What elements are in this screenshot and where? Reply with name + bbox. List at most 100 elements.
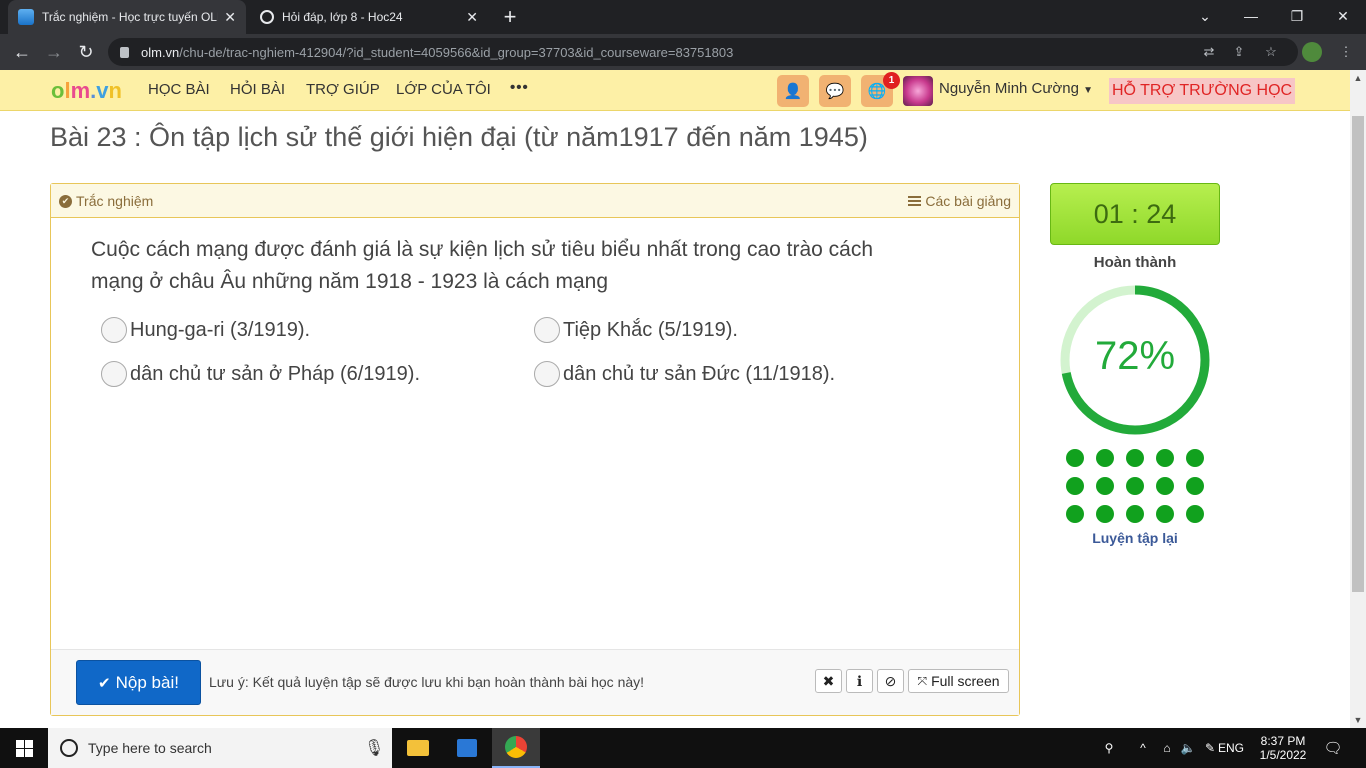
question-dot[interactable] xyxy=(1186,449,1204,467)
clock-date: 1/5/2022 xyxy=(1259,748,1307,762)
radio-button[interactable] xyxy=(534,317,560,343)
scroll-down-icon[interactable]: ▼ xyxy=(1350,712,1366,728)
share-icon[interactable]: ⇪ xyxy=(1229,42,1249,62)
lessons-link[interactable]: Các bài giảng xyxy=(908,193,1011,209)
maximize-button[interactable]: ❐ xyxy=(1274,0,1320,32)
quiz-footer: ✔ Nộp bài! Lưu ý: Kết quả luyện tập sẽ đ… xyxy=(51,649,1019,715)
new-tab-button[interactable]: + xyxy=(498,4,522,29)
radio-button[interactable] xyxy=(534,361,560,387)
menu-kebab-icon[interactable]: ⋮ xyxy=(1336,42,1356,62)
question-dot[interactable] xyxy=(1126,477,1144,495)
back-button[interactable]: ← xyxy=(10,40,34,64)
tab-title: Hỏi đáp, lớp 8 - Hoc24 xyxy=(282,10,403,24)
caret-down-icon: ▼ xyxy=(1083,85,1094,96)
url-domain: olm.vn xyxy=(141,44,180,60)
tab-olm[interactable]: Trắc nghiệm - Học trực tuyến OLM ✕ xyxy=(8,0,246,34)
user-menu[interactable]: Nguyễn Minh Cường ▼ xyxy=(939,80,1093,97)
progress-percent: 72% xyxy=(1094,334,1176,378)
info-button[interactable]: ℹ xyxy=(846,669,873,693)
question-text: Cuộc cách mạng được đánh giá là sự kiện … xyxy=(91,238,874,293)
start-button[interactable] xyxy=(0,728,48,768)
answer-option-d[interactable]: dân chủ tư sản Đức (11/1918). xyxy=(534,361,835,387)
notifications-icon[interactable]: 🗨 xyxy=(1316,728,1350,768)
question-dot[interactable] xyxy=(1186,505,1204,523)
chrome-taskbar-icon[interactable] xyxy=(492,728,540,768)
translate-icon[interactable]: ⇄ xyxy=(1199,42,1219,62)
fullscreen-button[interactable]: ⤧ Full screen xyxy=(908,669,1009,693)
store-icon[interactable] xyxy=(443,728,491,768)
question-dot[interactable] xyxy=(1156,477,1174,495)
network-icon[interactable]: ⌂ xyxy=(1156,728,1178,768)
check-circle-icon: ✔ xyxy=(59,194,72,208)
close-quiz-button[interactable]: ✖ xyxy=(815,669,842,693)
search-icon xyxy=(60,739,78,757)
close-window-button[interactable]: ✕ xyxy=(1320,0,1366,32)
question-dot[interactable] xyxy=(1066,505,1084,523)
save-note: Lưu ý: Kết quả luyện tập sẽ được lưu khi… xyxy=(209,674,645,690)
question-dot[interactable] xyxy=(1096,449,1114,467)
avatar[interactable] xyxy=(903,76,933,106)
lock-icon xyxy=(120,46,129,58)
question-dot[interactable] xyxy=(1096,505,1114,523)
taskbar-search[interactable]: Type here to search 🎙 xyxy=(48,728,392,768)
question-dot[interactable] xyxy=(1156,505,1174,523)
question-dot[interactable] xyxy=(1156,449,1174,467)
olm-favicon-icon xyxy=(18,9,34,25)
radio-button[interactable] xyxy=(101,361,127,387)
question-dot[interactable] xyxy=(1186,477,1204,495)
url-path: /chu-de/trac-nghiem-412904/?id_student=4… xyxy=(179,44,734,60)
answer-option-c[interactable]: dân chủ tư sản ở Pháp (6/1919). xyxy=(101,361,420,387)
nav-hoi-bai[interactable]: HỎI BÀI xyxy=(230,81,285,98)
tab-close-icon[interactable]: ✕ xyxy=(224,9,236,26)
quiz-panel: ✔ Trắc nghiệm Các bài giảng Cuộc cách mạ… xyxy=(50,183,1020,716)
completion-label: Hoàn thành xyxy=(1093,254,1177,271)
profile-avatar-icon[interactable] xyxy=(1302,42,1322,62)
reload-button[interactable]: ↻ xyxy=(74,40,98,64)
answer-option-a[interactable]: Hung-ga-ri (3/1919). xyxy=(101,317,310,343)
timer: 01 : 24 xyxy=(1050,183,1220,245)
address-bar[interactable]: olm.vn /chu-de/trac-nghiem-412904/?id_st… xyxy=(108,38,1298,66)
browser-toolbar: ← → ↻ olm.vn /chu-de/trac-nghiem-412904/… xyxy=(0,34,1366,70)
info-icon: ℹ xyxy=(856,672,863,689)
file-explorer-icon[interactable] xyxy=(394,728,442,768)
volume-icon[interactable]: 🔈 xyxy=(1178,728,1198,768)
tab-hoc24[interactable]: Hỏi đáp, lớp 8 - Hoc24 ✕ xyxy=(250,0,488,34)
notification-badge: 1 xyxy=(883,72,900,89)
tab-search-button[interactable]: ⌄ xyxy=(1182,0,1228,32)
language-indicator[interactable]: ENG xyxy=(1215,728,1247,768)
tab-close-icon[interactable]: ✕ xyxy=(466,9,478,26)
tab-title: Trắc nghiệm - Học trực tuyến OLM xyxy=(42,10,219,24)
submit-button[interactable]: ✔ Nộp bài! xyxy=(76,660,201,705)
page-scrollbar[interactable]: ▲ ▼ xyxy=(1350,70,1366,728)
question-dot[interactable] xyxy=(1066,477,1084,495)
nav-hoc-bai[interactable]: HỌC BÀI xyxy=(148,81,210,98)
nav-tro-giup[interactable]: TRỢ GIÚP xyxy=(306,81,380,98)
page-title: Bài 23 : Ôn tập lịch sử thế giới hiện đạ… xyxy=(50,122,868,152)
olm-logo[interactable]: olm.vn xyxy=(51,78,122,104)
quiz-header: ✔ Trắc nghiệm Các bài giảng xyxy=(51,184,1019,218)
chat-icon[interactable]: 💬 xyxy=(819,75,851,107)
question-dot[interactable] xyxy=(1126,449,1144,467)
bookmark-star-icon[interactable]: ☆ xyxy=(1261,42,1281,62)
more-menu-icon[interactable]: ••• xyxy=(510,79,529,96)
question-dot[interactable] xyxy=(1126,505,1144,523)
question-dot[interactable] xyxy=(1066,449,1084,467)
answer-option-b[interactable]: Tiệp Khắc (5/1919). xyxy=(534,317,738,343)
nav-lop-cua-toi[interactable]: LỚP CỦA TÔI xyxy=(396,81,491,98)
clock[interactable]: 8:37 PM 1/5/2022 xyxy=(1252,728,1314,768)
expand-icon: ⤧ xyxy=(917,673,928,688)
scroll-up-icon[interactable]: ▲ xyxy=(1350,70,1366,86)
check-icon: ✔ xyxy=(98,674,111,692)
microphone-icon[interactable]: 🎙 xyxy=(364,738,384,758)
people-icon[interactable]: ⚲ xyxy=(1096,728,1122,768)
add-friend-icon[interactable]: 👤 xyxy=(777,75,809,107)
forward-button[interactable]: → xyxy=(42,40,66,64)
support-button[interactable]: HỖ TRỢ TRƯỜNG HỌC xyxy=(1109,78,1296,104)
scroll-thumb[interactable] xyxy=(1352,116,1364,592)
retry-link[interactable]: Luyện tập lại xyxy=(1050,530,1220,546)
radio-button[interactable] xyxy=(101,317,127,343)
question-dot[interactable] xyxy=(1096,477,1114,495)
minimize-button[interactable]: — xyxy=(1228,0,1274,32)
report-button[interactable]: ⊘ xyxy=(877,669,904,693)
tray-chevron-icon[interactable]: ^ xyxy=(1132,728,1154,768)
